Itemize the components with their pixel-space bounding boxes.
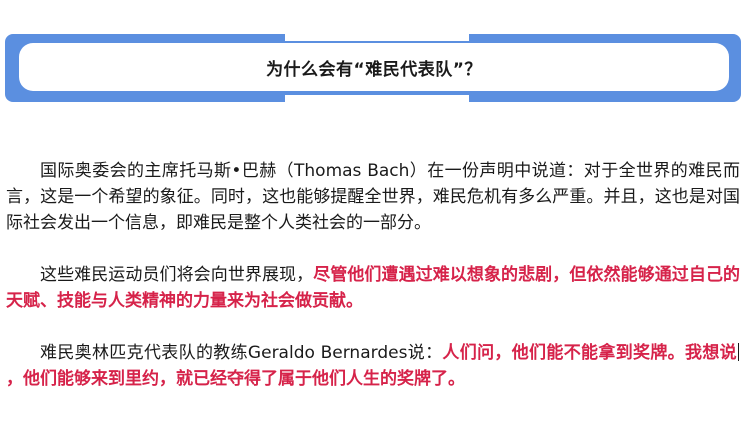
title-box: 为什么会有“难民代表队”？ — [19, 43, 729, 91]
paragraph-2-text: 这些难民运动员们将会向世界展现， — [40, 265, 314, 285]
paragraph-1-text: 国际奥委会的主席托马斯•巴赫（Thomas Bach）在一份声明中说道：对于全世… — [6, 161, 740, 233]
paragraph-2: 这些难民运动员们将会向世界展现，尽管他们遭遇过难以想象的悲剧，但依然能够通过自己… — [6, 262, 740, 314]
paragraph-3-text: 难民奥林匹克代表队的教练Geraldo Bernardes说： — [40, 343, 443, 363]
title-frame: 为什么会有“难民代表队”？ — [5, 33, 741, 103]
text-cursor — [738, 343, 739, 361]
paragraph-3: 难民奥林匹克代表队的教练Geraldo Bernardes说：人们问，他们能不能… — [6, 340, 740, 392]
slide: 为什么会有“难民代表队”？ 国际奥委会的主席托马斯•巴赫（Thomas Bach… — [0, 0, 752, 433]
title-frame-notch-top — [285, 33, 469, 41]
paragraph-1: 国际奥委会的主席托马斯•巴赫（Thomas Bach）在一份声明中说道：对于全世… — [6, 158, 740, 236]
body-text: 国际奥委会的主席托马斯•巴赫（Thomas Bach）在一份声明中说道：对于全世… — [6, 158, 740, 418]
title-frame-notch-bottom — [285, 95, 469, 103]
page-title: 为什么会有“难民代表队”？ — [266, 59, 482, 80]
paragraph-3-highlight-a: 人们问，他们能不能拿到奖牌。我想说 — [442, 343, 737, 363]
paragraph-3-highlight-b: ，他们能够来到里约，就已经夺得了属于他们人生的奖牌了。 — [6, 369, 465, 389]
